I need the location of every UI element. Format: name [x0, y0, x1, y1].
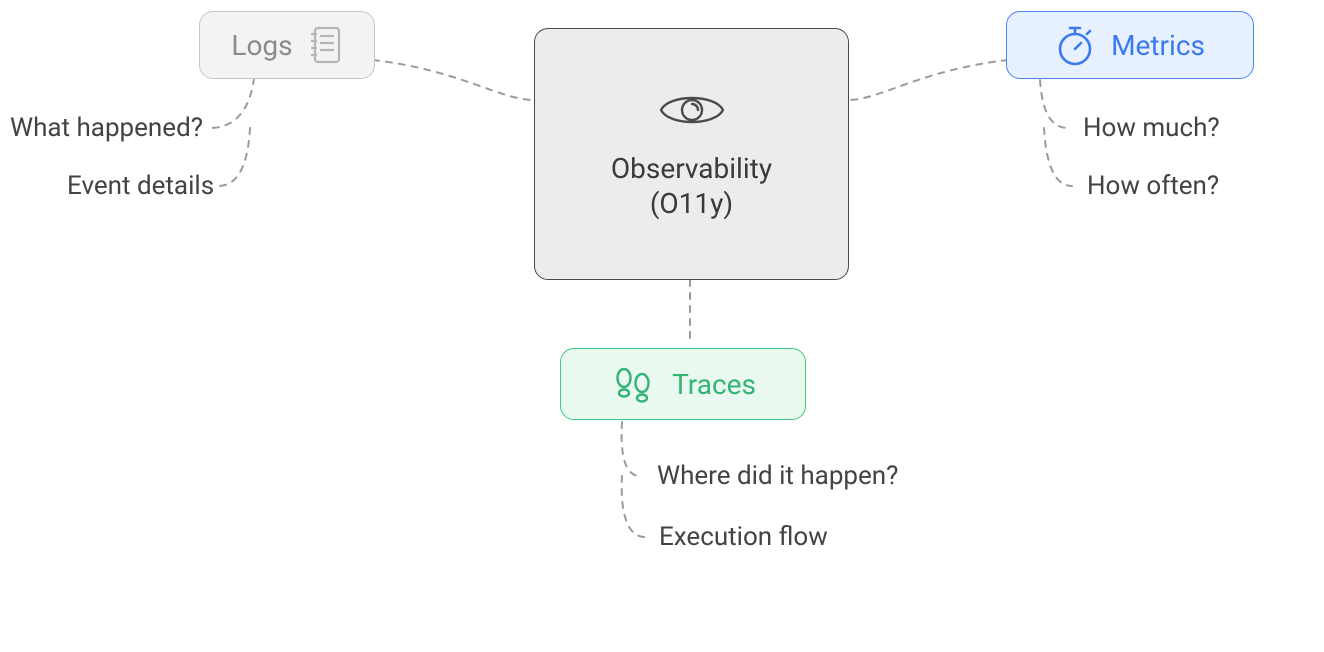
notebook-icon — [309, 25, 343, 65]
traces-annotation-1: Where did it happen? — [657, 461, 898, 491]
center-title-line1: Observability — [611, 151, 772, 186]
traces-annotation-2: Execution flow — [659, 522, 828, 552]
pillar-node-traces: Traces — [560, 348, 806, 420]
metrics-label: Metrics — [1111, 29, 1205, 62]
metrics-annotation-2: How often? — [1087, 171, 1219, 201]
traces-label: Traces — [672, 368, 756, 401]
footprints-icon — [610, 363, 656, 405]
logs-annotation-1: What happened? — [10, 113, 203, 143]
center-title-line2: (O11y) — [611, 186, 772, 221]
center-node-observability: Observability (O11y) — [534, 28, 849, 280]
logs-label: Logs — [231, 29, 292, 62]
center-title: Observability (O11y) — [611, 151, 772, 221]
pillar-node-logs: Logs — [199, 11, 375, 79]
pillar-node-metrics: Metrics — [1006, 11, 1254, 79]
stopwatch-icon — [1055, 23, 1095, 67]
metrics-annotation-1: How much? — [1083, 113, 1220, 143]
eye-icon — [657, 87, 727, 133]
logs-annotation-2: Event details — [67, 171, 214, 201]
observability-diagram: Observability (O11y) Logs What happened?… — [0, 0, 1324, 652]
